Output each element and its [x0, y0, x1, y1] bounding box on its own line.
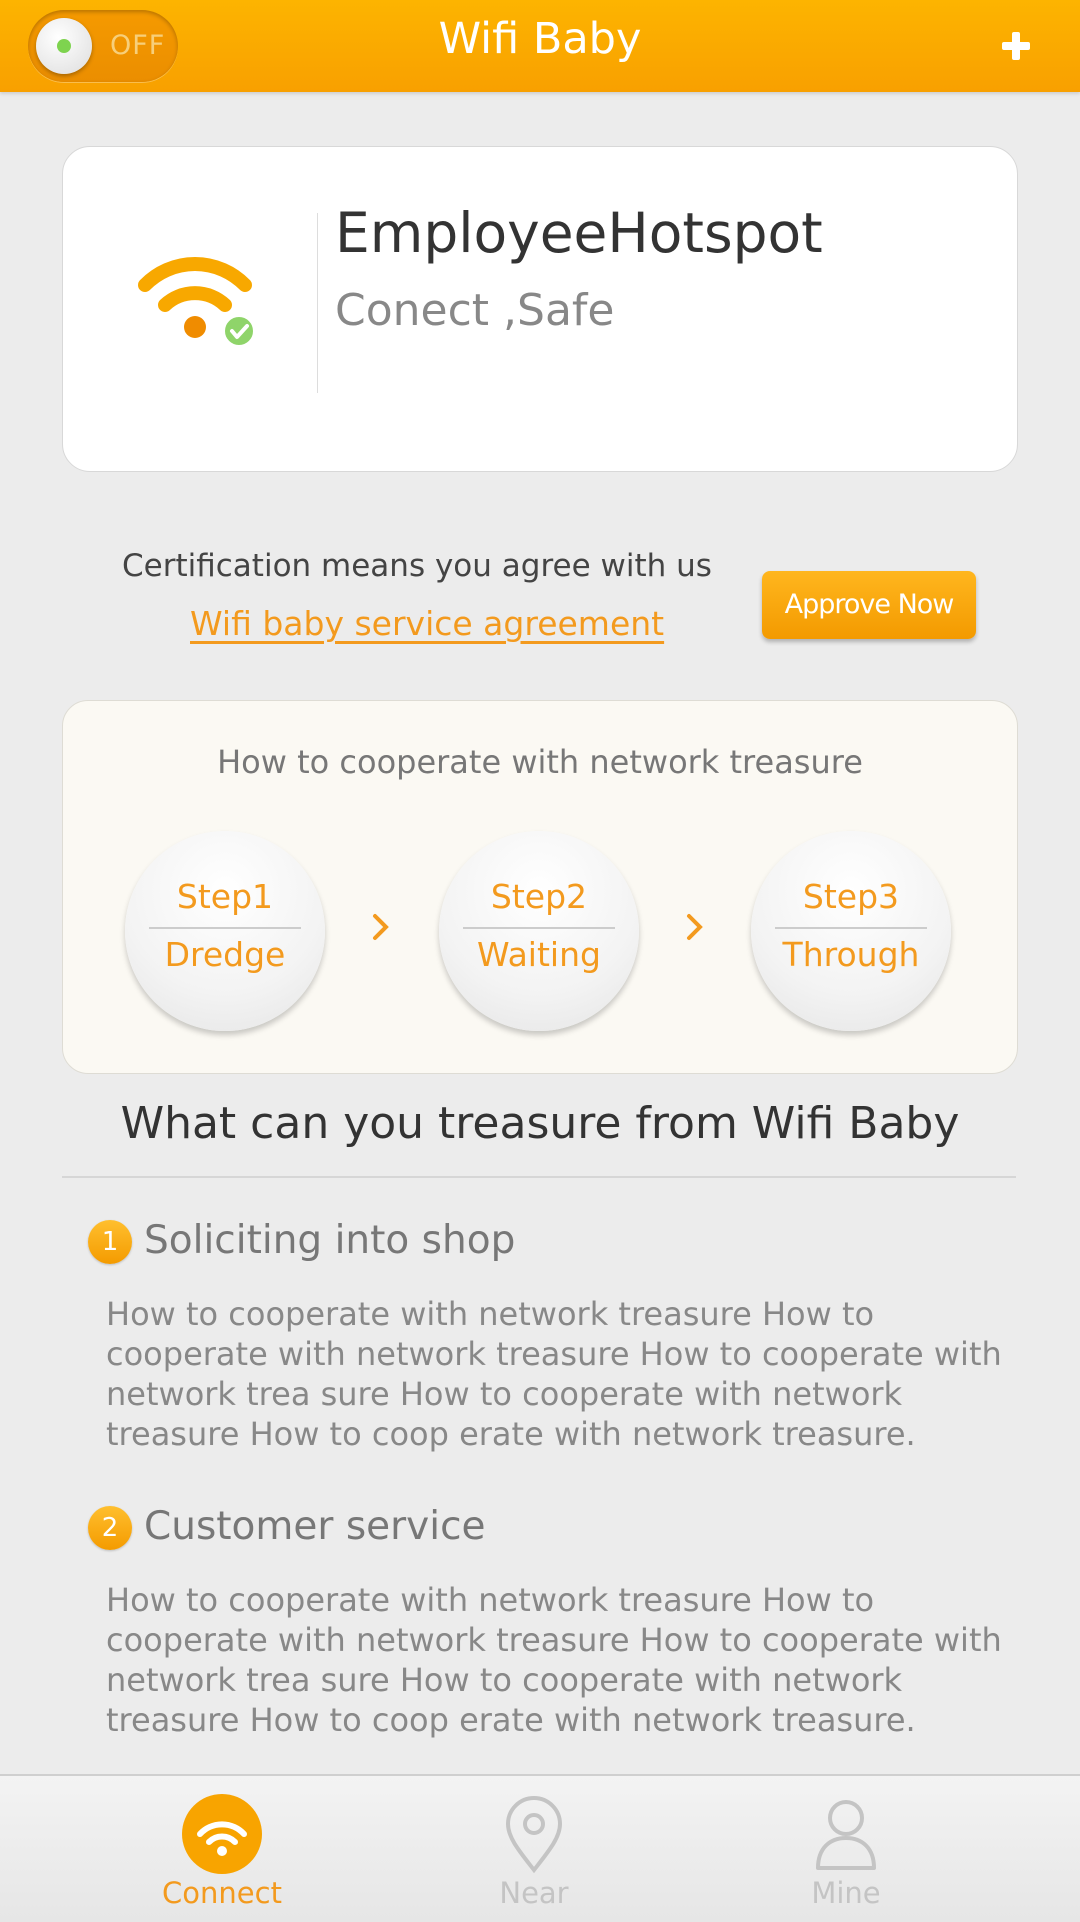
item-description: How to cooperate with network treasure H…	[106, 1295, 1002, 1453]
wifi-connected-icon	[138, 256, 255, 347]
step-divider	[775, 927, 927, 929]
bottom-tab-bar: Connect Near Mine	[0, 1774, 1080, 1922]
item-title: Soliciting into shop	[144, 1218, 516, 1263]
section-divider	[62, 1176, 1016, 1178]
card-divider	[317, 213, 318, 393]
step-name: Through	[782, 935, 920, 974]
tab-connect[interactable]: Connect	[122, 1776, 322, 1922]
app-header: OFF Wifi Baby	[0, 0, 1080, 92]
tab-label: Connect	[162, 1876, 282, 1910]
step-through[interactable]: Step3 Through	[751, 831, 951, 1031]
step-waiting[interactable]: Step2 Waiting	[439, 831, 639, 1031]
item-description: How to cooperate with network treasure H…	[106, 1581, 1002, 1739]
service-agreement-link[interactable]: Wifi baby service agreement	[190, 604, 664, 643]
step-number: Step3	[802, 877, 900, 916]
step-name: Waiting	[477, 935, 601, 974]
user-icon	[816, 1800, 876, 1870]
step-number: Step1	[176, 877, 274, 916]
tab-near[interactable]: Near	[434, 1776, 634, 1922]
howto-title: How to cooperate with network treasure	[217, 743, 863, 781]
step-divider	[149, 927, 301, 929]
certification-text: Certification means you agree with us	[122, 548, 712, 584]
network-name: EmployeeHotspot	[335, 201, 823, 265]
tab-label: Near	[499, 1876, 569, 1910]
step-divider	[463, 927, 615, 929]
step-name: Dredge	[164, 935, 286, 974]
network-card[interactable]: EmployeeHotspot Conect ,Safe	[62, 146, 1018, 472]
step-number: Step2	[490, 877, 588, 916]
approve-now-button[interactable]: Approve Now	[762, 571, 976, 639]
step-dredge[interactable]: Step1 Dredge	[125, 831, 325, 1031]
plus-icon[interactable]	[1000, 30, 1032, 62]
item-title: Customer service	[144, 1504, 486, 1549]
network-status: Conect ,Safe	[335, 285, 615, 336]
item-number-badge: 2	[88, 1506, 132, 1550]
wifi-icon	[182, 1794, 262, 1874]
howto-panel: How to cooperate with network treasure S…	[62, 700, 1018, 1074]
app-title: Wifi Baby	[438, 14, 642, 64]
treasure-section-title: What can you treasure from Wifi Baby	[120, 1098, 960, 1149]
chevron-right-icon	[373, 914, 389, 940]
chevron-right-icon	[687, 914, 703, 940]
item-number-badge: 1	[88, 1220, 132, 1264]
tab-label: Mine	[811, 1876, 881, 1910]
location-pin-icon	[505, 1796, 563, 1874]
tab-mine[interactable]: Mine	[746, 1776, 946, 1922]
